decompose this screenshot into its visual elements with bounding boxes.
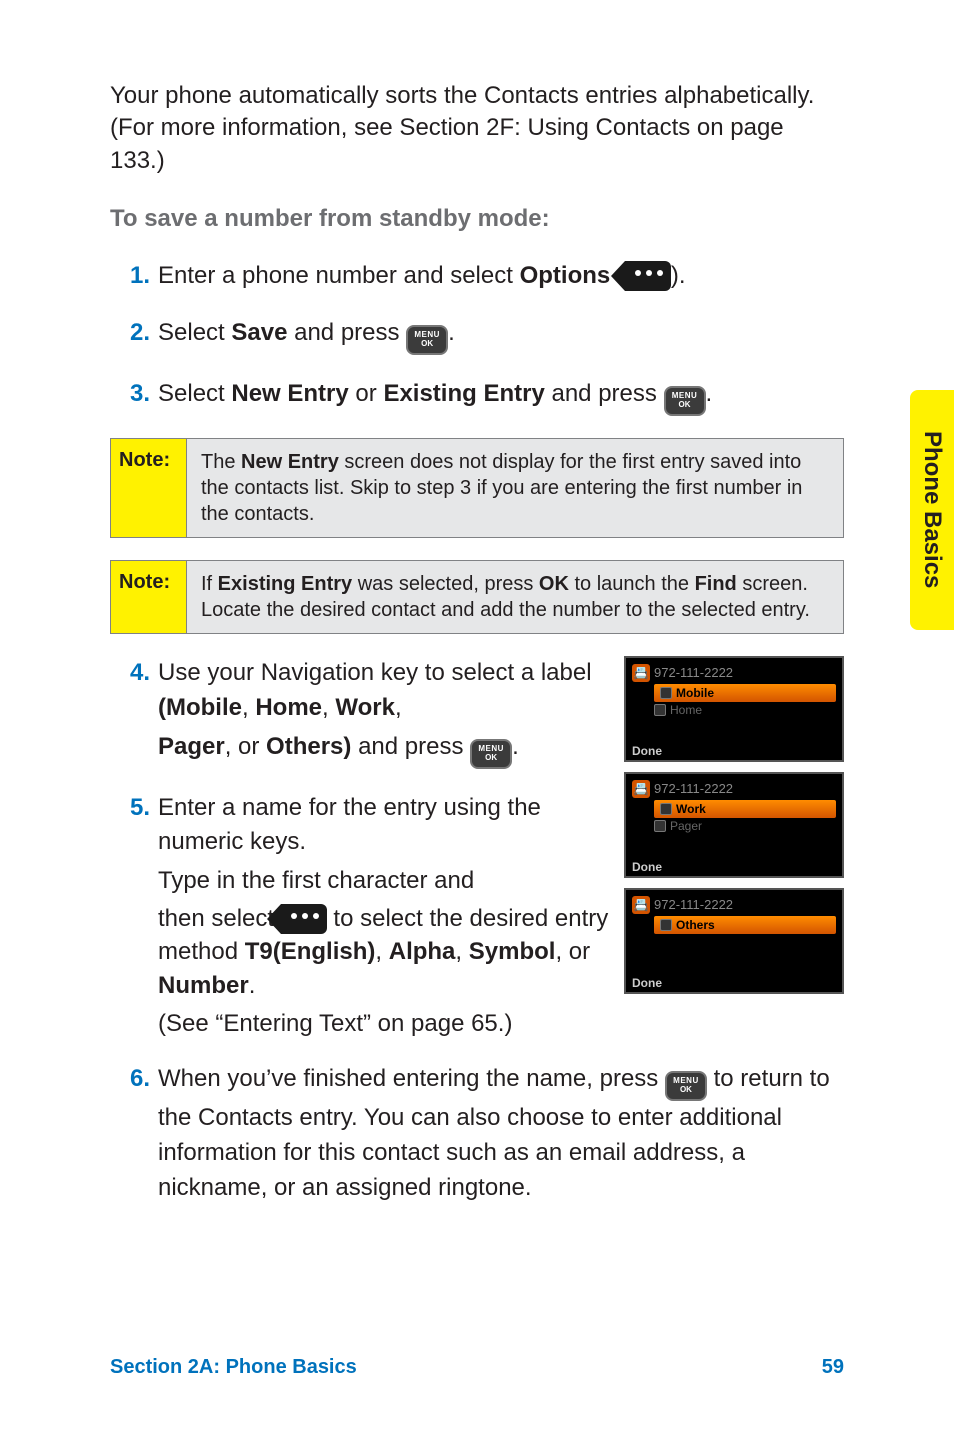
menu-ok-key-icon: MENUOK: [470, 739, 512, 769]
save-label: Save: [231, 319, 287, 346]
step-1: 1. Enter a phone number and select Optio…: [158, 259, 844, 294]
footer-page-number: 59: [822, 1356, 844, 1379]
step-number: 6.: [110, 1062, 150, 1097]
step-6: 6. When you’ve finished entering the nam…: [158, 1062, 844, 1205]
menu-ok-key-icon: MENUOK: [406, 325, 448, 355]
step-3: 3. Select New Entry or Existing Entry an…: [158, 377, 844, 416]
options-label: Options: [520, 262, 611, 289]
phone-screenshots: 📇972-111-2222 Mobile Home Done 📇972-111-…: [624, 656, 844, 1004]
screenshot-others: 📇972-111-2222 Others Done: [624, 888, 844, 994]
step-2: 2. Select Save and press MENUOK.: [158, 316, 844, 355]
intro-paragraph: Your phone automatically sorts the Conta…: [110, 80, 844, 177]
procedure-heading: To save a number from standby mode:: [110, 205, 844, 233]
new-entry-label: New Entry: [231, 380, 348, 407]
step-number: 2.: [110, 316, 150, 351]
right-softkey-icon: [625, 261, 671, 291]
page-footer: Section 2A: Phone Basics 59: [110, 1356, 844, 1379]
step-number: 4.: [110, 656, 150, 691]
note-box-2: Note: If Existing Entry was selected, pr…: [110, 560, 844, 634]
note-body: If Existing Entry was selected, press OK…: [187, 561, 843, 633]
right-softkey-icon: [281, 904, 327, 934]
step-number: 1.: [110, 259, 150, 294]
step-4: 4. Use your Navigation key to select a l…: [158, 656, 610, 769]
menu-ok-key-icon: MENUOK: [664, 386, 706, 416]
note-label: Note:: [111, 439, 187, 537]
step-5: 5. Enter a name for the entry using the …: [158, 791, 610, 1041]
step-number: 5.: [110, 791, 150, 826]
footer-section: Section 2A: Phone Basics: [110, 1356, 357, 1379]
note-box-1: Note: The New Entry screen does not disp…: [110, 438, 844, 538]
step-number: 3.: [110, 377, 150, 412]
existing-entry-label: Existing Entry: [383, 380, 544, 407]
screenshot-work-pager: 📇972-111-2222 Work Pager Done: [624, 772, 844, 878]
note-label: Note:: [111, 561, 187, 633]
step-text: Enter a phone number and select: [158, 262, 520, 289]
note-body: The New Entry screen does not display fo…: [187, 439, 843, 537]
menu-ok-key-icon: MENUOK: [665, 1071, 707, 1101]
screenshot-mobile-home: 📇972-111-2222 Mobile Home Done: [624, 656, 844, 762]
